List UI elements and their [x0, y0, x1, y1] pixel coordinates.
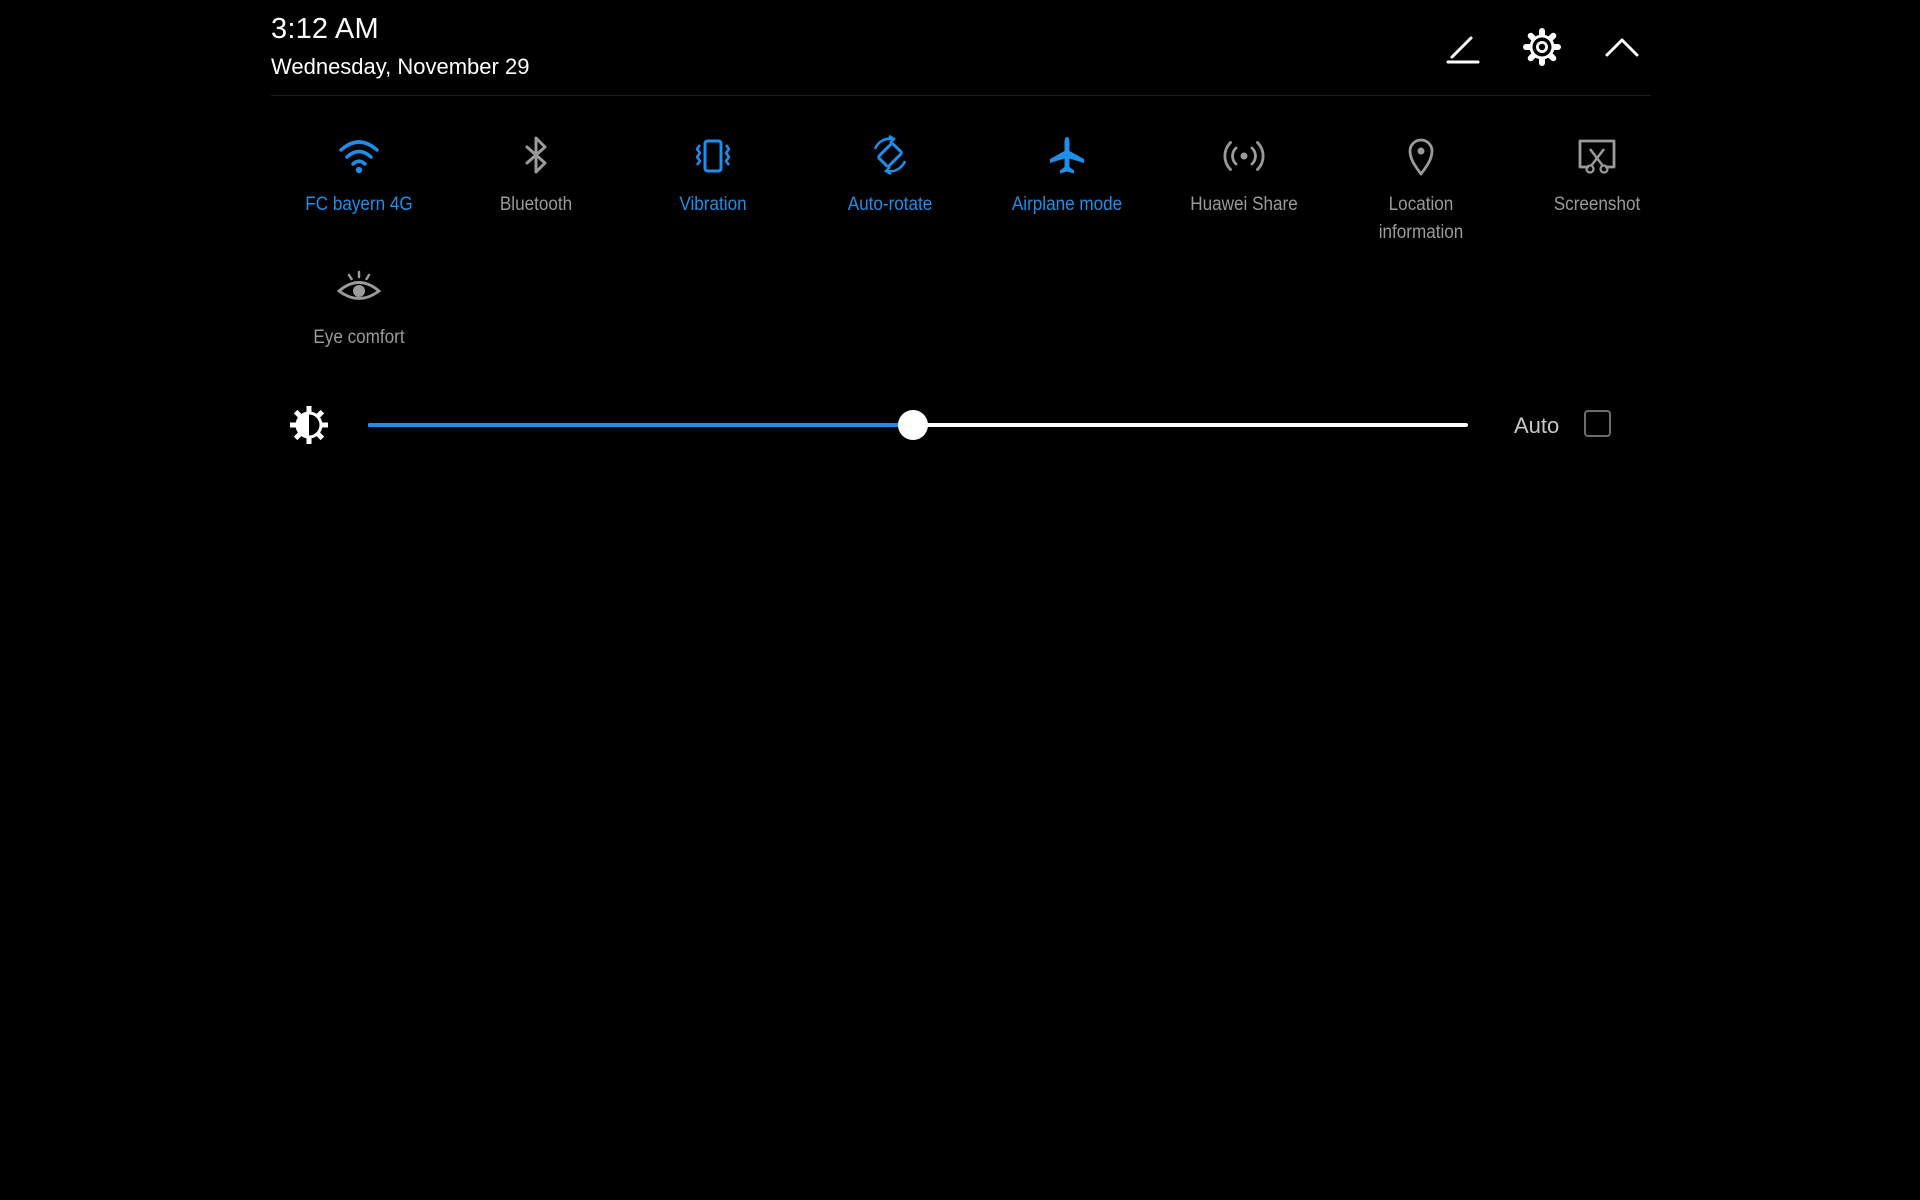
notification-panel: 3:12 AM Wednesday, November 29 FC bayern…: [271, 0, 1651, 460]
brightness-slider-thumb[interactable]: [897, 410, 928, 440]
tile-bluetooth[interactable]: Bluetooth: [448, 133, 624, 219]
brightness-slider[interactable]: [368, 410, 1468, 440]
wifi-icon: [271, 133, 447, 179]
tile-eye-comfort[interactable]: Eye comfort: [271, 266, 447, 352]
tile-label: Airplane mode: [1011, 194, 1123, 215]
pencil-icon: [1442, 27, 1482, 72]
settings-button[interactable]: [1520, 27, 1564, 71]
tile-auto-rotate[interactable]: Auto-rotate: [802, 133, 978, 219]
edit-button[interactable]: [1440, 27, 1484, 71]
tile-label: FC bayern 4G: [305, 194, 413, 215]
screenshot-icon: [1509, 133, 1685, 179]
header-divider: [271, 95, 1651, 96]
location-pin-icon: [1333, 133, 1509, 179]
tile-label: Screenshot: [1553, 194, 1641, 215]
brightness-icon: [287, 403, 331, 447]
tile-label: Auto-rotate: [847, 194, 933, 215]
tile-wifi[interactable]: FC bayern 4G: [271, 133, 447, 219]
clock-date: Wednesday, November 29: [271, 54, 530, 79]
tile-screenshot[interactable]: Screenshot: [1509, 133, 1685, 219]
eye-icon: [271, 266, 447, 312]
tile-huawei-share[interactable]: Huawei Share: [1156, 133, 1332, 219]
vibration-icon: [625, 133, 801, 179]
tile-label: Vibration: [679, 194, 747, 215]
tile-airplane-mode[interactable]: Airplane mode: [979, 133, 1155, 219]
auto-brightness-checkbox[interactable]: [1584, 410, 1611, 437]
tile-label: Location information: [1378, 194, 1464, 243]
tile-location-information[interactable]: Location information: [1333, 133, 1509, 247]
brightness-slider-fill: [368, 423, 913, 427]
tile-label: Eye comfort: [313, 327, 405, 348]
huawei-share-icon: [1156, 133, 1332, 179]
tile-vibration[interactable]: Vibration: [625, 133, 801, 219]
auto-rotate-icon: [802, 133, 978, 179]
gear-icon: [1522, 27, 1562, 72]
auto-brightness-label: Auto: [1514, 413, 1560, 438]
tile-label: Huawei Share: [1190, 194, 1298, 215]
chevron-up-icon: [1602, 27, 1642, 72]
collapse-button[interactable]: [1600, 27, 1644, 71]
tile-label: Bluetooth: [499, 194, 573, 215]
bluetooth-icon: [448, 133, 624, 179]
airplane-icon: [979, 133, 1155, 179]
clock-time: 3:12 AM: [271, 13, 379, 45]
